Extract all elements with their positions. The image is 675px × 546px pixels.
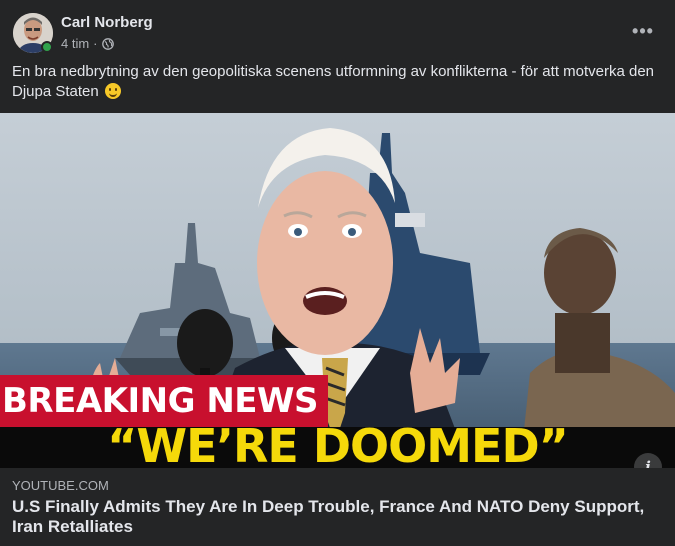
link-title[interactable]: U.S Finally Admits They Are In Deep Trou…: [12, 497, 662, 537]
link-thumbnail[interactable]: BREAKING NEWS “WE’RE DOOMED”: [0, 113, 675, 468]
link-domain: YOUTUBE.COM: [12, 478, 109, 493]
meta-separator: ·: [93, 36, 98, 51]
post-time[interactable]: 4 tim: [61, 36, 89, 51]
globe-icon[interactable]: [101, 37, 114, 50]
author-name[interactable]: Carl Norberg: [61, 14, 153, 31]
post-header: Carl Norberg 4 tim · •••: [0, 0, 675, 60]
more-options-button[interactable]: •••: [628, 16, 658, 46]
feed-post: Carl Norberg 4 tim · ••• En bra nedbrytn…: [0, 0, 675, 546]
post-meta: 4 tim ·: [61, 36, 114, 51]
more-horizontal-icon: •••: [632, 20, 654, 41]
slightly-smiling-face-icon: [104, 83, 121, 99]
online-status-dot: [41, 41, 53, 53]
post-message: En bra nedbrytning av den geopolitiska s…: [12, 62, 667, 102]
thumbnail-headline: “WE’RE DOOMED”: [107, 419, 569, 468]
link-preview-card[interactable]: YOUTUBE.COM U.S Finally Admits They Are …: [0, 468, 675, 546]
